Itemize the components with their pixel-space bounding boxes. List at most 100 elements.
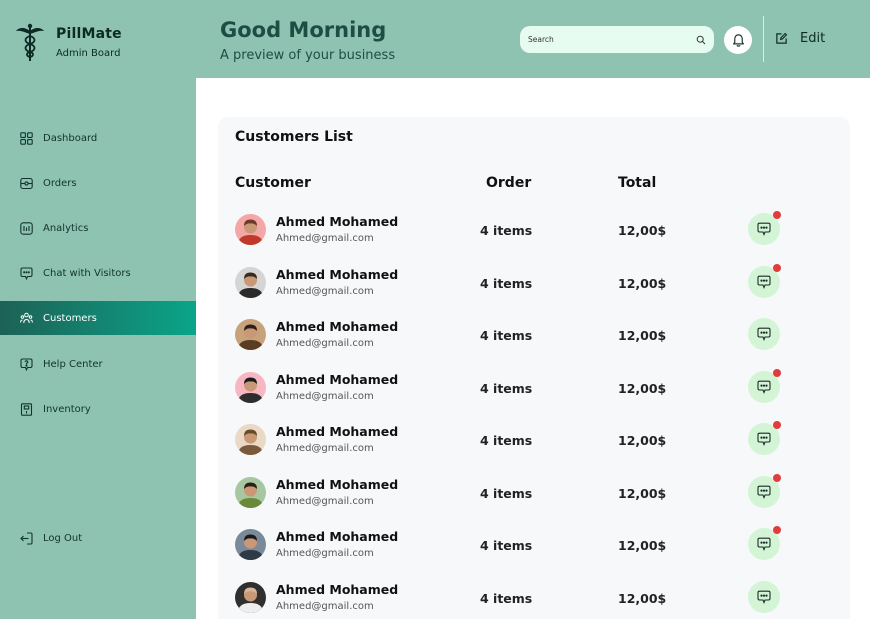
top-header: PillMate Admin Board Good Morning A prev…	[0, 0, 870, 78]
table-row[interactable]: Ahmed Mohamed Ahmed@gmail.com 4 items 12,00…	[218, 211, 850, 266]
chat-icon	[757, 327, 771, 341]
logout-icon	[20, 531, 33, 545]
logout-button[interactable]: Log Out	[0, 521, 196, 555]
sidebar-item-analytics[interactable]: Analytics	[0, 211, 196, 245]
order-total: 12,00$	[618, 223, 667, 238]
order-total: 12,00$	[618, 275, 667, 291]
order-count: 4 items	[480, 538, 533, 553]
search-input[interactable]	[528, 35, 696, 44]
order-total: 12,00$	[618, 485, 667, 501]
chat-button[interactable]	[748, 421, 781, 455]
sidebar-item-chat-with-visitors[interactable]: Chat with Visitors	[0, 256, 196, 290]
sidebar-item-label: Analytics	[43, 222, 89, 234]
help-icon	[20, 357, 33, 371]
unread-dot	[773, 526, 781, 534]
customer-email: Ahmed@gmail.com	[276, 233, 374, 244]
unread-dot	[773, 263, 781, 272]
wallet-icon	[20, 177, 33, 190]
order-total: 12,00$	[618, 328, 667, 343]
table-row[interactable]: Ahmed Mohamed Ahmed@gmail.com 4 items 12,00…	[218, 580, 850, 619]
table-row[interactable]: Ahmed Mohamed Ahmed@gmail.com 4 items 12,00…	[218, 526, 850, 581]
sidebar-item-label: Customers	[43, 312, 97, 324]
sidebar-item-dashboard[interactable]: Dashboard	[0, 121, 196, 155]
page-title: Good Morning	[220, 18, 387, 42]
brand: PillMate Admin Board	[14, 22, 122, 62]
unread-dot	[773, 368, 781, 377]
page-subtitle: A preview of your business	[220, 48, 396, 63]
order-total: 12,00$	[618, 538, 667, 553]
customer-email: Ahmed@gmail.com	[276, 600, 374, 612]
customers-card: Customers List Customer Order Total Ahme…	[218, 117, 850, 619]
chart-icon	[20, 221, 33, 235]
sidebar-item-orders[interactable]: Orders	[0, 166, 196, 200]
grid-icon	[20, 131, 33, 145]
table-row[interactable]: Ahmed Mohamed Ahmed@gmail.com 4 items 12,00…	[218, 473, 850, 529]
avatar	[235, 266, 266, 298]
chat-button[interactable]	[748, 368, 781, 403]
sidebar-item-help-center[interactable]: Help Center	[0, 347, 196, 381]
order-count: 4 items	[480, 380, 533, 396]
customer-email: Ahmed@gmail.com	[276, 285, 374, 297]
header-divider	[763, 16, 764, 62]
edit-button[interactable]: Edit	[775, 31, 825, 46]
chat-button[interactable]	[748, 211, 781, 245]
unread-dot	[773, 473, 781, 482]
chat-icon	[20, 266, 33, 280]
edit-icon	[776, 32, 788, 44]
users-icon	[20, 312, 33, 325]
table-row[interactable]: Ahmed Mohamed Ahmed@gmail.com 4 items 12,00…	[218, 263, 850, 319]
order-count: 4 items	[480, 590, 533, 606]
chat-icon	[757, 380, 771, 394]
sidebar-item-customers[interactable]: Customers	[0, 301, 196, 335]
edit-label: Edit	[800, 31, 826, 46]
inventory-icon	[20, 402, 33, 416]
order-total: 12,00$	[618, 433, 667, 448]
order-count: 4 items	[480, 275, 533, 291]
customer-name: Ahmed Mohamed	[276, 319, 399, 334]
column-header-customer: Customer	[235, 175, 311, 191]
chat-button[interactable]	[748, 526, 781, 560]
customer-email: Ahmed@gmail.com	[276, 495, 374, 507]
order-count: 4 items	[480, 485, 533, 501]
caduceus-logo-icon	[16, 23, 44, 61]
avatar	[235, 529, 266, 560]
chat-button[interactable]	[748, 473, 781, 508]
column-header-order: Order	[486, 175, 532, 191]
table-row[interactable]: Ahmed Mohamed Ahmed@gmail.com 4 items 12,00…	[218, 421, 850, 476]
avatar	[235, 476, 266, 508]
sidebar-item-inventory[interactable]: Inventory	[0, 392, 196, 426]
order-count: 4 items	[480, 223, 533, 238]
chat-button[interactable]	[748, 580, 780, 613]
bell-icon	[732, 33, 744, 47]
order-total: 12,00$	[618, 590, 667, 606]
customer-name: Ahmed Mohamed	[276, 266, 399, 282]
table-row[interactable]: Ahmed Mohamed Ahmed@gmail.com 4 items 12,00…	[218, 368, 850, 424]
avatar	[235, 371, 266, 403]
unread-dot	[773, 211, 781, 219]
avatar	[235, 319, 266, 350]
search-icon[interactable]	[696, 35, 706, 45]
chat-button[interactable]	[748, 318, 780, 350]
customer-name: Ahmed Mohamed	[276, 214, 399, 229]
notifications-button[interactable]	[724, 26, 752, 54]
brand-name: PillMate	[56, 26, 122, 42]
sidebar-item-label: Inventory	[43, 403, 91, 415]
order-total: 12,00$	[618, 380, 667, 396]
card-title: Customers List	[235, 129, 353, 145]
chat-icon	[757, 485, 771, 499]
search-bar	[520, 26, 714, 53]
customer-email: Ahmed@gmail.com	[276, 548, 374, 559]
sidebar-item-label: Help Center	[43, 358, 103, 370]
customer-email: Ahmed@gmail.com	[276, 443, 374, 454]
chat-button[interactable]	[748, 263, 781, 298]
chat-icon	[757, 590, 771, 604]
table-row[interactable]: Ahmed Mohamed Ahmed@gmail.com 4 items 12,00…	[218, 318, 850, 371]
customer-email: Ahmed@gmail.com	[276, 390, 374, 402]
column-header-total: Total	[618, 175, 657, 191]
customer-name: Ahmed Mohamed	[276, 529, 399, 544]
chat-icon	[757, 222, 771, 236]
sidebar-item-label: Orders	[43, 177, 77, 189]
chat-icon	[757, 275, 771, 289]
brand-subtitle: Admin Board	[56, 48, 121, 59]
sidebar-item-label: Dashboard	[43, 132, 98, 144]
